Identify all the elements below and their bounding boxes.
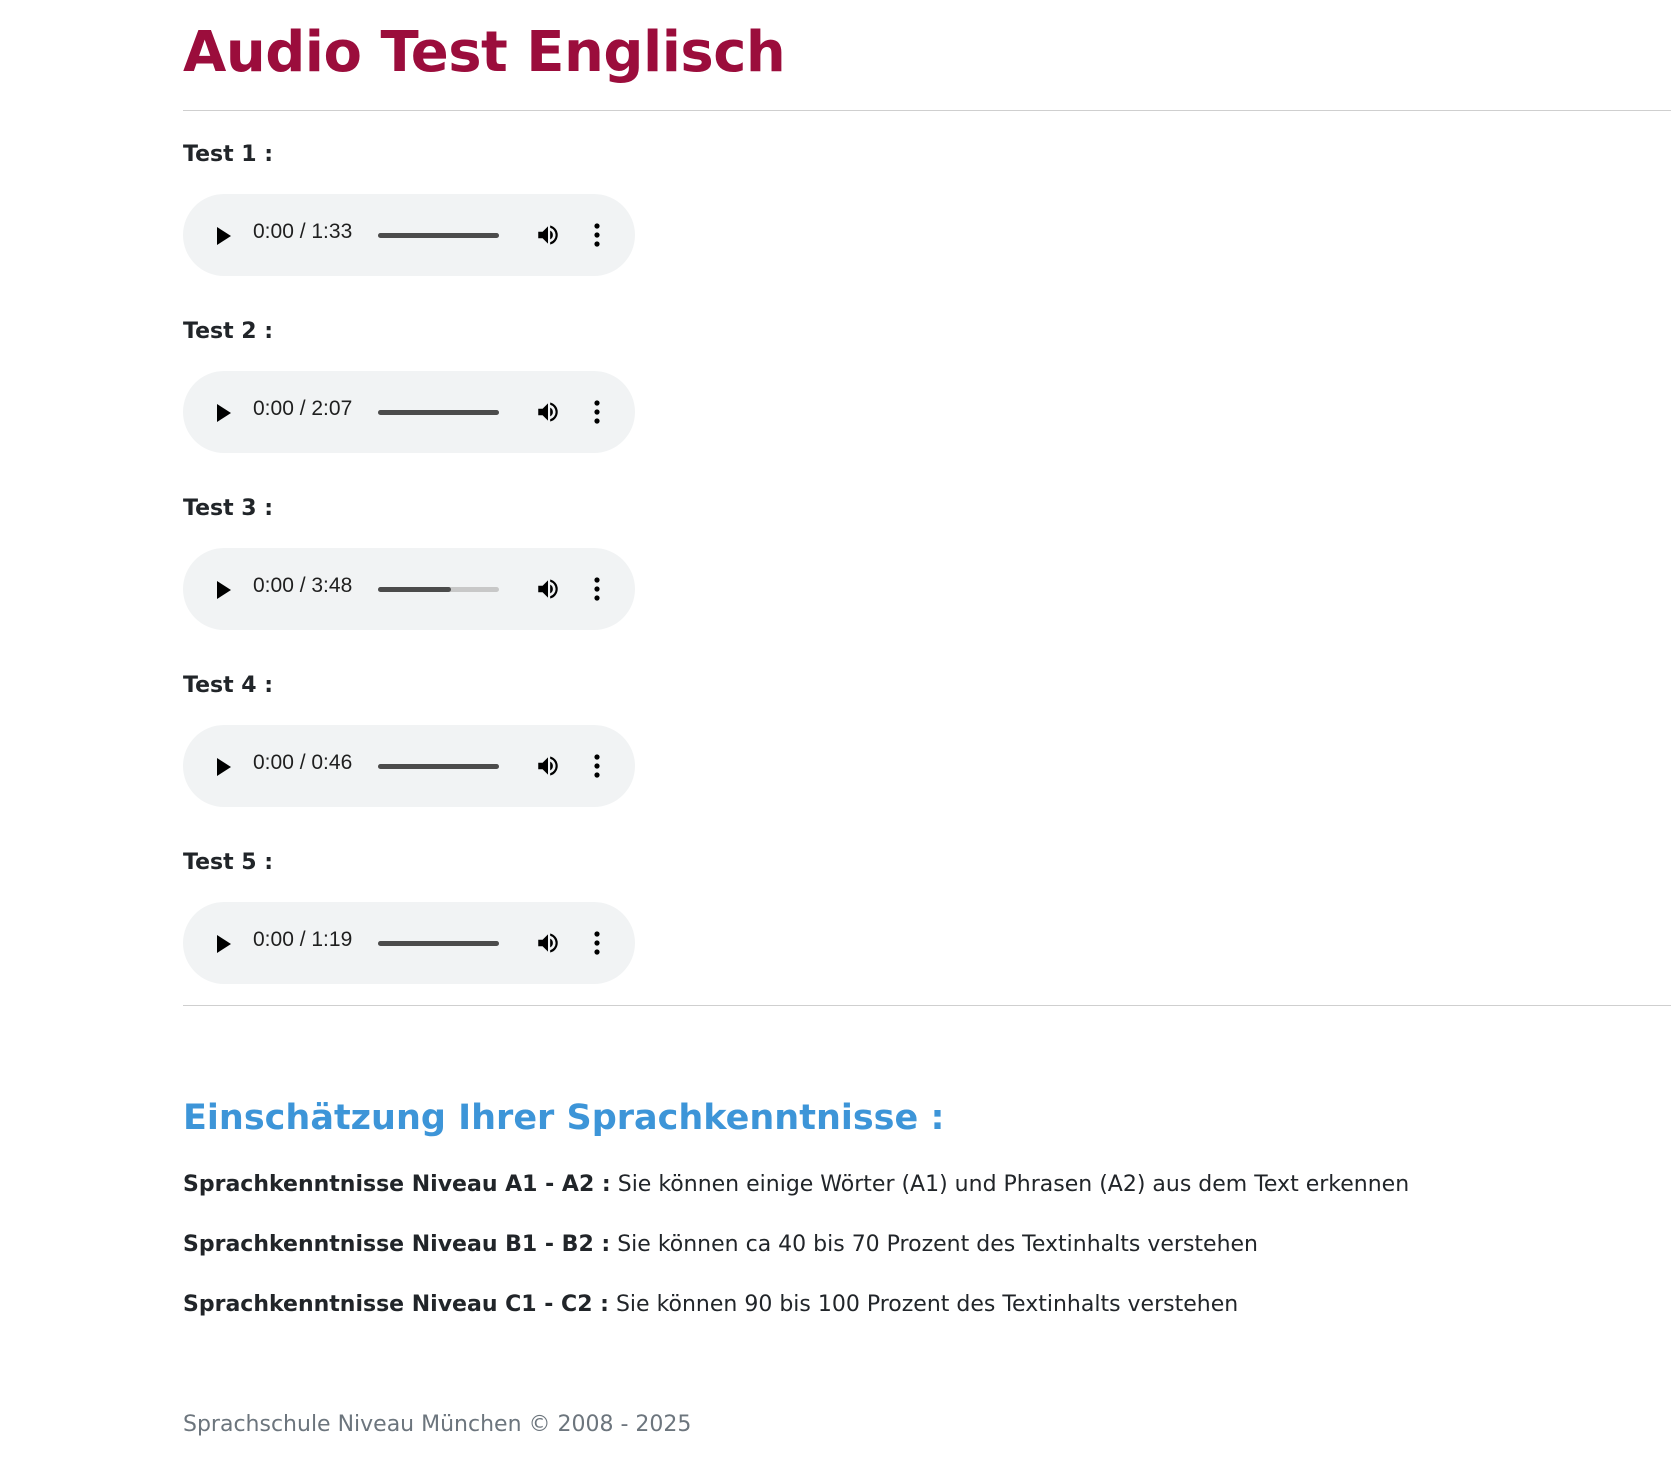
- test-label: Test 5 :: [183, 850, 274, 875]
- more-vertical-icon[interactable]: [593, 930, 601, 956]
- play-icon[interactable]: [217, 404, 231, 422]
- test-label: Test 3 :: [183, 496, 274, 521]
- level-description: Sie können ca 40 bis 70 Prozent des Text…: [617, 1232, 1258, 1257]
- test-block-3: Test 3 : 0:00 / 3:48: [183, 496, 635, 630]
- volume-icon[interactable]: [535, 576, 561, 602]
- test-label: Test 4 :: [183, 673, 274, 698]
- time-display: 0:00 / 2:07: [253, 397, 353, 420]
- test-label: Test 1 :: [183, 142, 274, 167]
- level-name: Sprachkenntnisse Niveau B1 - B2 :: [183, 1232, 611, 1257]
- time-display: 0:00 / 3:48: [253, 574, 353, 597]
- top-divider: [183, 110, 1671, 111]
- test-block-5: Test 5 : 0:00 / 1:19: [183, 850, 635, 984]
- progress-track[interactable]: [378, 587, 499, 592]
- progress-fill: [378, 764, 499, 769]
- bottom-divider: [183, 1005, 1671, 1006]
- level-b1-b2: Sprachkenntnisse Niveau B1 - B2 : Sie kö…: [183, 1232, 1258, 1257]
- test-block-1: Test 1 : 0:00 / 1:33: [183, 142, 635, 276]
- audio-player[interactable]: 0:00 / 2:07: [183, 371, 635, 453]
- time-display: 0:00 / 1:19: [253, 928, 353, 951]
- audio-player[interactable]: 0:00 / 1:33: [183, 194, 635, 276]
- progress-track[interactable]: [378, 764, 499, 769]
- play-icon[interactable]: [217, 758, 231, 776]
- play-icon[interactable]: [217, 581, 231, 599]
- more-vertical-icon[interactable]: [593, 222, 601, 248]
- progress-fill: [378, 941, 499, 946]
- more-vertical-icon[interactable]: [593, 576, 601, 602]
- volume-icon[interactable]: [535, 399, 561, 425]
- progress-fill: [378, 587, 451, 592]
- level-name: Sprachkenntnisse Niveau C1 - C2 :: [183, 1292, 609, 1317]
- progress-track[interactable]: [378, 233, 499, 238]
- audio-player[interactable]: 0:00 / 1:19: [183, 902, 635, 984]
- footer-copyright: Sprachschule Niveau München © 2008 - 202…: [183, 1412, 692, 1437]
- volume-icon[interactable]: [535, 222, 561, 248]
- assessment-title: Einschätzung Ihrer Sprachkenntnisse :: [183, 1098, 945, 1138]
- level-description: Sie können 90 bis 100 Prozent des Textin…: [615, 1292, 1239, 1317]
- play-icon[interactable]: [217, 227, 231, 245]
- volume-icon[interactable]: [535, 930, 561, 956]
- audio-player[interactable]: 0:00 / 3:48: [183, 548, 635, 630]
- volume-icon[interactable]: [535, 753, 561, 779]
- play-icon[interactable]: [217, 935, 231, 953]
- time-display: 0:00 / 1:33: [253, 220, 353, 243]
- level-name: Sprachkenntnisse Niveau A1 - A2 :: [183, 1172, 611, 1197]
- audio-player[interactable]: 0:00 / 0:46: [183, 725, 635, 807]
- progress-track[interactable]: [378, 941, 499, 946]
- progress-track[interactable]: [378, 410, 499, 415]
- test-block-4: Test 4 : 0:00 / 0:46: [183, 673, 635, 807]
- more-vertical-icon[interactable]: [593, 399, 601, 425]
- level-description: Sie können einige Wörter (A1) und Phrase…: [617, 1172, 1410, 1197]
- more-vertical-icon[interactable]: [593, 753, 601, 779]
- progress-fill: [378, 410, 499, 415]
- test-block-2: Test 2 : 0:00 / 2:07: [183, 319, 635, 453]
- page-title: Audio Test Englisch: [183, 20, 786, 85]
- progress-fill: [378, 233, 499, 238]
- level-a1-a2: Sprachkenntnisse Niveau A1 - A2 : Sie kö…: [183, 1172, 1409, 1197]
- test-label: Test 2 :: [183, 319, 274, 344]
- level-c1-c2: Sprachkenntnisse Niveau C1 - C2 : Sie kö…: [183, 1292, 1238, 1317]
- time-display: 0:00 / 0:46: [253, 751, 353, 774]
